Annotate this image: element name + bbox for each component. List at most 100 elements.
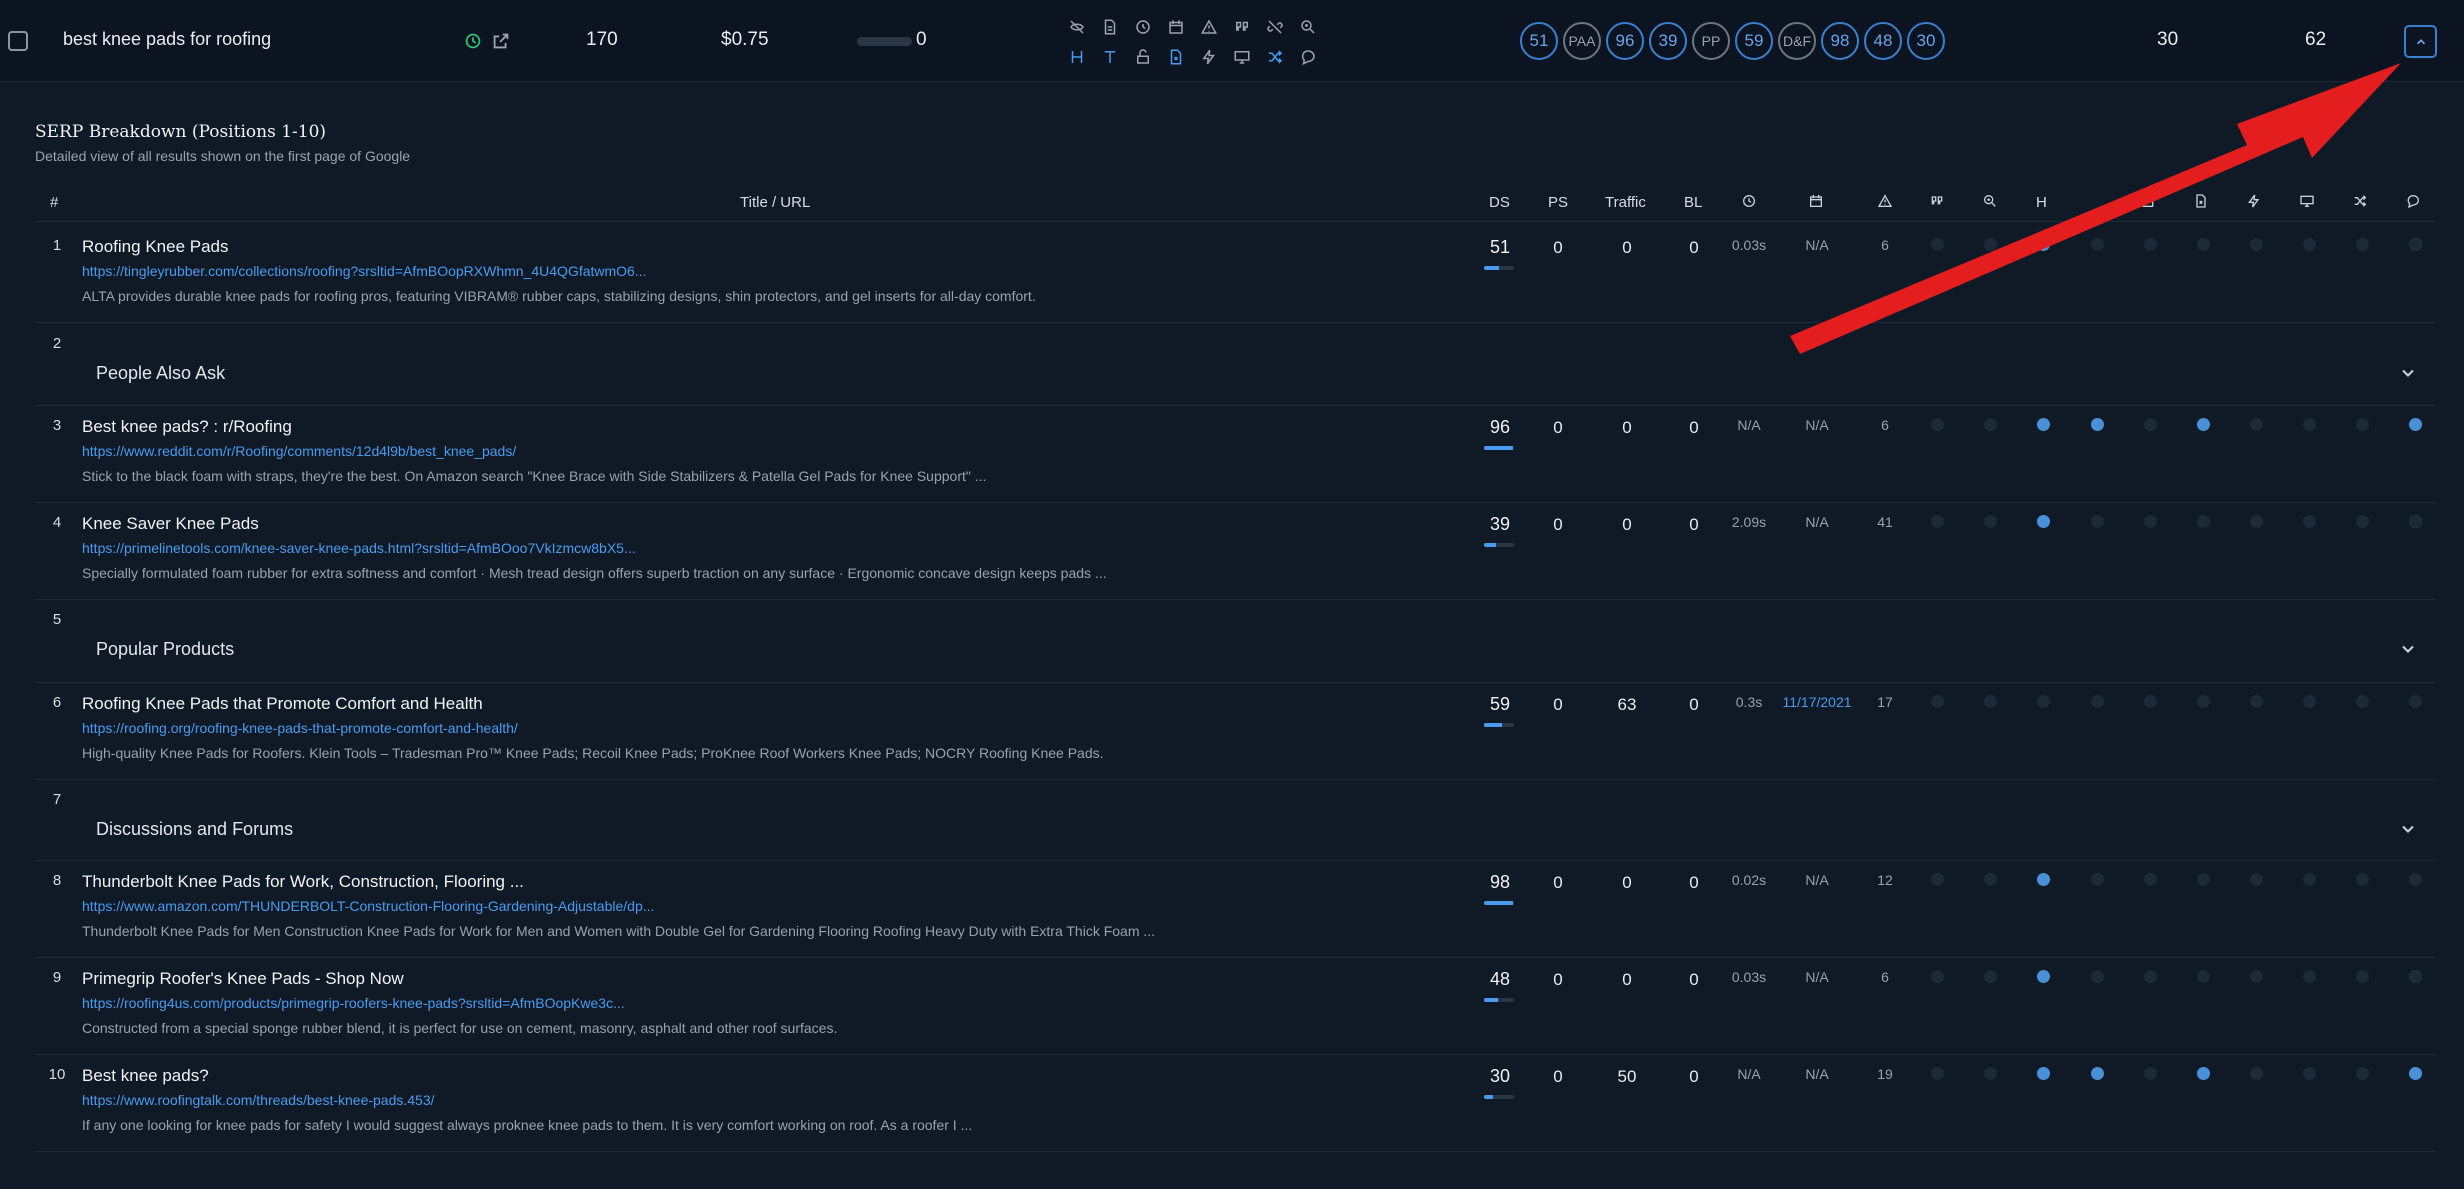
- zoom-icon[interactable]: [1291, 12, 1324, 42]
- col-traffic[interactable]: Traffic: [1605, 194, 1646, 211]
- position-pill[interactable]: 59: [1735, 22, 1773, 60]
- publish-date: N/A: [1805, 514, 1829, 530]
- serp-feature-label[interactable]: Popular Products: [96, 639, 234, 660]
- col-bl[interactable]: BL: [1684, 194, 1702, 211]
- result-url[interactable]: https://www.reddit.com/r/Roofing/comment…: [82, 443, 516, 459]
- position-pill[interactable]: 48: [1864, 22, 1902, 60]
- traffic-value: 0: [1622, 873, 1632, 892]
- document-icon[interactable]: [1093, 12, 1126, 42]
- result-title[interactable]: Roofing Knee Pads: [82, 237, 229, 257]
- chevron-down-icon[interactable]: [2398, 639, 2418, 659]
- position-pill[interactable]: 30: [1907, 22, 1945, 60]
- feature-dot: [2409, 970, 2422, 983]
- feature-dot: [2091, 1067, 2104, 1080]
- result-description: Specially formulated foam rubber for ext…: [82, 565, 1107, 581]
- result-title[interactable]: Thunderbolt Knee Pads for Work, Construc…: [82, 872, 524, 892]
- position-pill[interactable]: 96: [1606, 22, 1644, 60]
- position-pill[interactable]: 98: [1821, 22, 1859, 60]
- warning-icon[interactable]: [1192, 12, 1225, 42]
- result-title[interactable]: Knee Saver Knee Pads: [82, 514, 259, 534]
- clock-icon[interactable]: [1126, 12, 1159, 42]
- lock-open-icon[interactable]: [2138, 191, 2158, 211]
- serp-feature-label[interactable]: Discussions and Forums: [96, 819, 293, 840]
- row-checkbox[interactable]: [8, 31, 28, 51]
- feature-dot: [2409, 1067, 2422, 1080]
- monitor-icon[interactable]: [2297, 191, 2317, 211]
- feature-dot: [2144, 1067, 2157, 1080]
- feature-dot: [2197, 1067, 2210, 1080]
- bolt-icon[interactable]: [1192, 42, 1225, 72]
- heading-icon[interactable]: [1060, 42, 1093, 72]
- comment-icon[interactable]: [2403, 191, 2423, 211]
- load-time: 0.03s: [1731, 237, 1767, 253]
- result-title[interactable]: Best knee pads? : r/Roofing: [82, 417, 292, 437]
- domain-score: 51: [1489, 237, 1511, 257]
- result-url[interactable]: https://primelinetools.com/knee-saver-kn…: [82, 540, 636, 556]
- hide-icon[interactable]: [1060, 12, 1093, 42]
- comment-icon[interactable]: [1291, 42, 1324, 72]
- result-url[interactable]: https://roofing.org/roofing-knee-pads-th…: [82, 720, 518, 736]
- feature-dot: [1984, 873, 1997, 886]
- calendar-icon[interactable]: [1806, 191, 1826, 211]
- feature-dot: [2356, 238, 2369, 251]
- result-url[interactable]: https://tingleyrubber.com/collections/ro…: [82, 263, 647, 279]
- result-title[interactable]: Roofing Knee Pads that Promote Comfort a…: [82, 694, 483, 714]
- warning-icon[interactable]: [1875, 191, 1895, 211]
- quote-icon[interactable]: [1225, 12, 1258, 42]
- feature-dot: [2144, 970, 2157, 983]
- position-pill[interactable]: 51: [1520, 22, 1558, 60]
- section-title: SERP Breakdown (Positions 1-10): [35, 122, 327, 142]
- calendar-icon[interactable]: [1159, 12, 1192, 42]
- domain-score: 59: [1489, 694, 1511, 714]
- file-x-icon[interactable]: [1159, 42, 1192, 72]
- issue-count: 6: [1881, 417, 1889, 433]
- feature-dot: [2303, 873, 2316, 886]
- feature-dot: [1984, 695, 1997, 708]
- text-icon[interactable]: [1093, 42, 1126, 72]
- position-pill[interactable]: 39: [1649, 22, 1687, 60]
- feature-dot: [1931, 873, 1944, 886]
- publish-date[interactable]: 11/17/2021: [1776, 694, 1858, 710]
- monitor-icon[interactable]: [1225, 42, 1258, 72]
- serp-feature-label[interactable]: People Also Ask: [96, 363, 225, 384]
- collapse-button[interactable]: [2404, 25, 2437, 58]
- col-h[interactable]: H: [2036, 194, 2047, 211]
- result-title[interactable]: Primegrip Roofer's Knee Pads - Shop Now: [82, 969, 404, 989]
- chevron-down-icon[interactable]: [2398, 819, 2418, 839]
- traffic-value: 0: [1622, 970, 1632, 989]
- col-ds[interactable]: DS: [1489, 194, 1510, 211]
- bolt-icon[interactable]: [2244, 191, 2264, 211]
- position-pill[interactable]: D&F: [1778, 22, 1816, 60]
- shuffle-icon[interactable]: [2350, 191, 2370, 211]
- external-link-icon[interactable]: [490, 30, 512, 52]
- result-url[interactable]: https://www.amazon.com/THUNDERBOLT-Const…: [82, 898, 654, 914]
- result-position: 10: [48, 1066, 66, 1083]
- quote-icon[interactable]: [1927, 191, 1947, 211]
- domain-score-bar: [1484, 998, 1514, 1002]
- clock-icon[interactable]: [1739, 191, 1759, 211]
- result-title[interactable]: Best knee pads?: [82, 1066, 209, 1086]
- domain-score-bar: [1484, 266, 1514, 270]
- chevron-down-icon[interactable]: [2398, 363, 2418, 383]
- load-time: 0.03s: [1731, 969, 1767, 985]
- row-divider: [35, 599, 2435, 600]
- cpc-value: $0.75: [721, 29, 769, 50]
- publish-date: N/A: [1805, 417, 1829, 433]
- zoom-icon[interactable]: [1980, 191, 2000, 211]
- feature-dot: [2250, 418, 2263, 431]
- unlink-icon[interactable]: [1258, 12, 1291, 42]
- feature-dot: [2409, 515, 2422, 528]
- lock-open-icon[interactable]: [1126, 42, 1159, 72]
- result-url[interactable]: https://www.roofingtalk.com/threads/best…: [82, 1092, 435, 1108]
- row-divider: [35, 682, 2435, 683]
- file-x-icon[interactable]: [2191, 191, 2211, 211]
- position-pill[interactable]: PP: [1692, 22, 1730, 60]
- history-icon[interactable]: [462, 30, 484, 52]
- issue-count: 19: [1877, 1066, 1893, 1082]
- col-ps[interactable]: PS: [1548, 194, 1568, 211]
- shuffle-icon[interactable]: [1258, 42, 1291, 72]
- position-pill[interactable]: PAA: [1563, 22, 1601, 60]
- domain-score-fill: [1484, 723, 1502, 727]
- result-url[interactable]: https://roofing4us.com/products/primegri…: [82, 995, 625, 1011]
- feature-dot: [2356, 970, 2369, 983]
